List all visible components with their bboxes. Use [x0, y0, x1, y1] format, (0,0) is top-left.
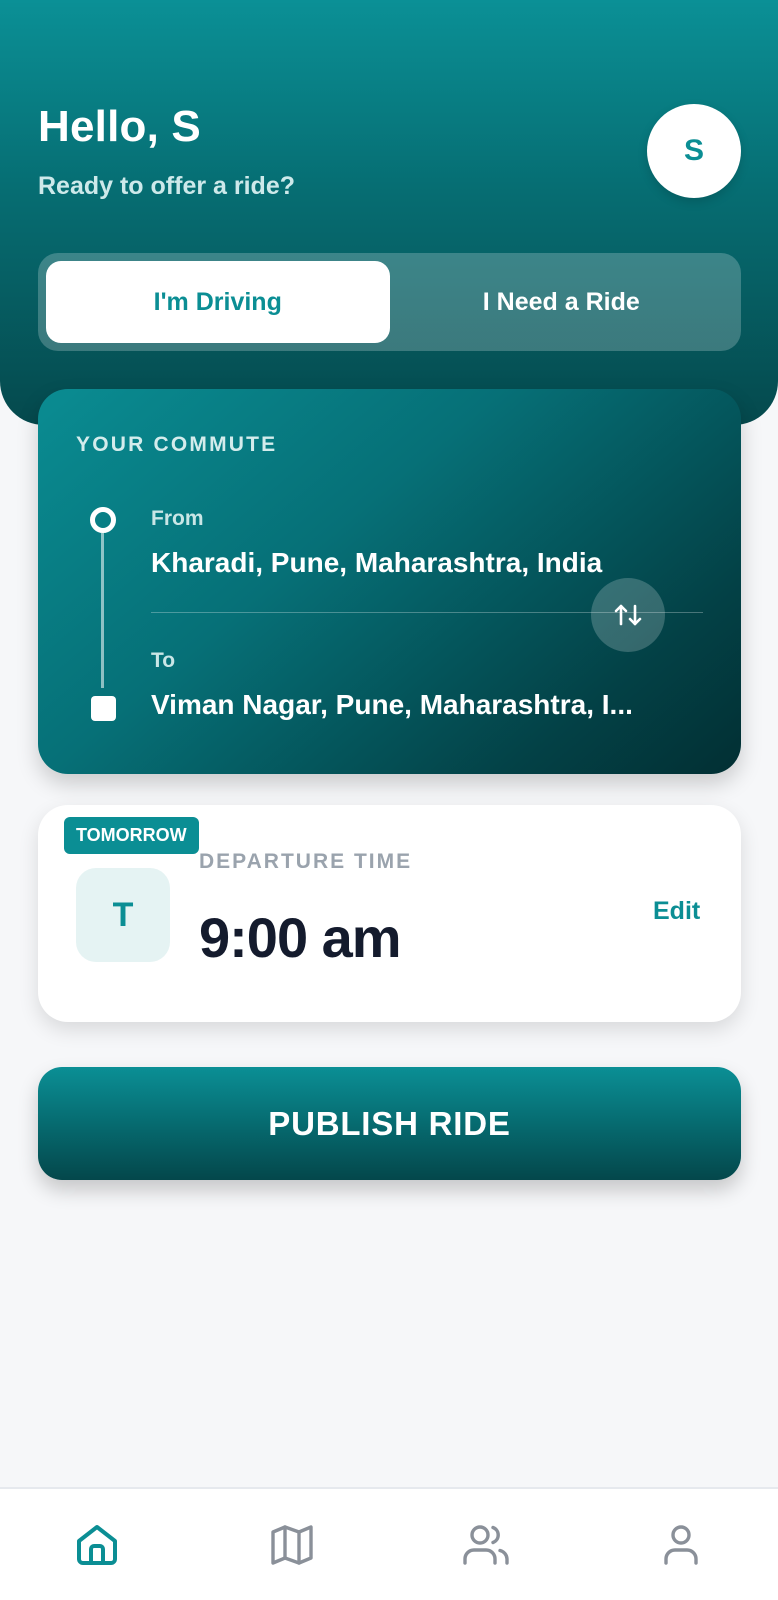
- mode-toggle: I'm Driving I Need a Ride: [38, 253, 741, 351]
- profile-icon: [664, 1524, 698, 1565]
- departure-card: TOMORROW T DEPARTURE TIME 9:00 am Edit: [38, 805, 741, 1022]
- commute-card: YOUR COMMUTE From Kharadi, Pune, Maharas…: [38, 389, 741, 774]
- departure-time: 9:00 am: [199, 906, 402, 969]
- nav-profile[interactable]: [631, 1505, 731, 1585]
- day-tile: T: [76, 868, 170, 962]
- from-label: From: [151, 507, 204, 530]
- map-icon: [271, 1524, 313, 1565]
- commute-title: YOUR COMMUTE: [76, 433, 278, 456]
- nav-home[interactable]: [47, 1505, 147, 1585]
- day-badge: TOMORROW: [64, 817, 199, 854]
- toggle-need-ride-label: I Need a Ride: [482, 287, 640, 316]
- to-label: To: [151, 649, 176, 672]
- nav-map[interactable]: [242, 1505, 342, 1585]
- avatar-initial: S: [683, 134, 704, 167]
- nav-community[interactable]: [436, 1505, 536, 1585]
- toggle-driving[interactable]: I'm Driving: [46, 261, 390, 343]
- header: Hello, S Ready to offer a ride? S I'm Dr…: [0, 0, 778, 425]
- toggle-need-ride[interactable]: I Need a Ride: [390, 261, 734, 343]
- users-icon: [463, 1524, 509, 1565]
- from-location[interactable]: Kharadi, Pune, Maharashtra, India: [151, 547, 711, 579]
- route-line: [101, 533, 104, 688]
- origin-dot-icon: [90, 507, 116, 533]
- publish-ride-button[interactable]: PUBLISH RIDE: [38, 1067, 741, 1180]
- departure-label: DEPARTURE TIME: [199, 850, 413, 873]
- day-initial: T: [112, 895, 134, 934]
- edit-time-button[interactable]: Edit: [653, 897, 700, 926]
- greeting-subtitle: Ready to offer a ride?: [38, 172, 295, 200]
- publish-ride-label: PUBLISH RIDE: [268, 1104, 511, 1142]
- toggle-driving-label: I'm Driving: [153, 287, 282, 316]
- swap-locations-button[interactable]: [591, 578, 665, 652]
- destination-square-icon: [91, 696, 116, 721]
- bottom-nav: [0, 1487, 778, 1600]
- home-icon: [77, 1524, 118, 1565]
- greeting-title: Hello, S: [38, 102, 201, 151]
- swap-icon: [614, 604, 642, 626]
- screen: Hello, S Ready to offer a ride? S I'm Dr…: [0, 0, 778, 1600]
- to-location[interactable]: Viman Nagar, Pune, Maharashtra, I...: [151, 689, 711, 721]
- avatar[interactable]: S: [647, 104, 741, 198]
